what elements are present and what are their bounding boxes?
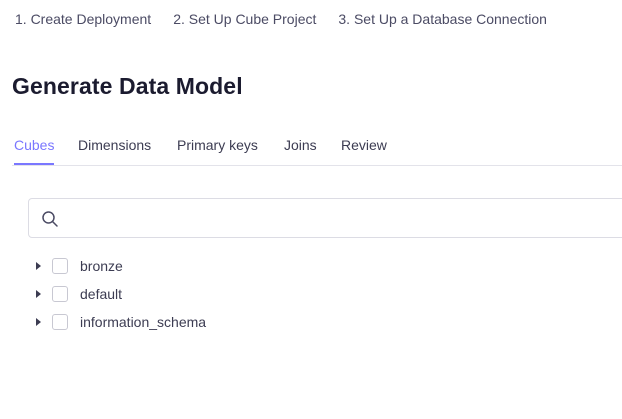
- tab-dimensions[interactable]: Dimensions: [78, 137, 151, 165]
- tree-item-information-schema[interactable]: information_schema: [32, 308, 332, 336]
- tab-review[interactable]: Review: [341, 137, 387, 165]
- tab-bar: Cubes Dimensions Primary keys Joins Revi…: [12, 128, 622, 166]
- tree-item-label[interactable]: information_schema: [80, 314, 206, 330]
- expand-caret-icon[interactable]: [36, 318, 41, 326]
- tree-item-label[interactable]: default: [80, 286, 122, 302]
- step-set-up-cube-project[interactable]: 2. Set Up Cube Project: [173, 11, 316, 27]
- expand-caret-icon[interactable]: [36, 290, 41, 298]
- search-box[interactable]: [28, 198, 622, 239]
- page-title: Generate Data Model: [12, 73, 243, 99]
- expand-caret-icon[interactable]: [36, 262, 41, 270]
- step-set-up-database-connection[interactable]: 3. Set Up a Database Connection: [338, 11, 547, 27]
- tab-joins[interactable]: Joins: [284, 137, 317, 165]
- tree-item-default[interactable]: default: [32, 280, 332, 308]
- checkbox-information-schema[interactable]: [52, 314, 68, 330]
- search-input[interactable]: [69, 199, 613, 239]
- search-icon: [42, 211, 58, 227]
- checkbox-default[interactable]: [52, 286, 68, 302]
- tab-cubes[interactable]: Cubes: [14, 137, 55, 165]
- tree-item-label[interactable]: bronze: [80, 258, 123, 274]
- step-create-deployment[interactable]: 1. Create Deployment: [15, 11, 151, 27]
- checkbox-bronze[interactable]: [52, 258, 68, 274]
- setup-stepper: 1. Create Deployment 2. Set Up Cube Proj…: [15, 10, 569, 28]
- tree-item-bronze[interactable]: bronze: [32, 252, 332, 280]
- tab-primary-keys[interactable]: Primary keys: [177, 137, 258, 165]
